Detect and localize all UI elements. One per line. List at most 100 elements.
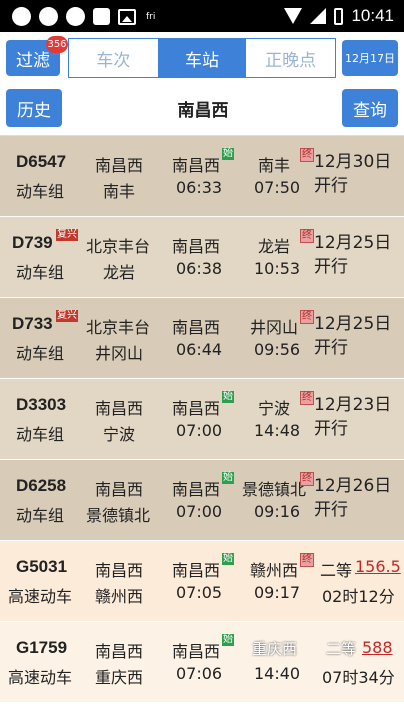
filter-count-badge: 356 [46,36,68,53]
departure-time: 07:06 [176,664,223,683]
train-type: 动车组 [16,506,65,525]
history-button[interactable]: 历史 [6,89,62,127]
origin-station: 南昌西 [95,642,144,661]
origin-station: 南昌西 [95,156,144,175]
notification-dot-icon [39,7,58,26]
wifi-icon [284,8,303,24]
end-station: 南丰 [258,156,291,175]
service-info: 12月26日开行 [314,476,392,520]
station-field[interactable]: 南昌西 [70,89,336,127]
train-row[interactable]: D733 复兴 动车组 北京丰台 井冈山 南昌西 06:44 井冈山 终 09:… [0,298,404,379]
query-station: 南昌西 [172,480,221,499]
end-tag: 终 [300,472,314,486]
arrival-time: 07:50 [254,178,301,197]
signal-icon [310,8,327,24]
end-tag: 终 [300,148,314,162]
train-row[interactable]: D6258 动车组 南昌西 景德镇北 南昌西 始 07:00 景德镇北 终 09… [0,460,404,541]
train-type: 动车组 [16,263,65,282]
date-picker-button[interactable]: 12月17日 [342,40,398,76]
end-station: 景德镇北 [242,480,307,499]
departure-time: 07:05 [176,583,223,602]
origin-station: 北京丰台 [86,237,151,256]
departure-time: 06:33 [176,178,223,197]
departure-time: 07:00 [176,502,223,521]
query-station: 南昌西 [172,561,221,580]
train-row[interactable]: D3303 动车组 南昌西 宁波 南昌西 始 07:00 宁波 终 14:48 … [0,379,404,460]
ticket-price[interactable]: 588 [362,638,393,657]
fuxing-tag: 复兴 [56,310,78,322]
end-station: 井冈山 [250,318,299,337]
train-row[interactable]: G1759 高速动车 南昌西 重庆西 南昌西 始 07:06 重庆西 14:40… [0,622,404,703]
terminal-station: 赣州西 [95,587,144,606]
seat-class: 二等 [326,640,357,658]
departure-time: 06:44 [176,340,223,359]
terminal-station: 南丰 [103,182,136,201]
train-row[interactable]: G5031 高速动车 南昌西 赣州西 南昌西 始 07:05 赣州西 终 09:… [0,541,404,622]
app-notification-icon [93,8,110,25]
query-station: 南昌西 [172,156,221,175]
departure-time: 07:00 [176,421,223,440]
end-tag: 终 [300,391,314,405]
train-type: 高速动车 [8,668,73,687]
start-tag: 始 [222,391,234,403]
train-code: D739 [12,233,53,252]
tab-station[interactable]: 车站 [157,39,247,77]
seat-class: 二等 [320,561,353,580]
train-type: 动车组 [16,344,65,363]
train-code: D6547 [16,152,67,171]
status-bar: fri 10:41 [0,0,404,32]
train-code: G1759 [16,638,68,657]
departure-time: 06:38 [176,259,223,278]
train-type: 动车组 [16,182,65,201]
train-code: D3303 [16,395,67,414]
query-station: 南昌西 [172,399,221,418]
train-list[interactable]: D6547 动车组 南昌西 南丰 南昌西 始 06:33 南丰 终 07:50 … [0,136,404,720]
origin-station: 北京丰台 [86,318,151,337]
train-code: D6258 [16,476,67,495]
terminal-station: 宁波 [103,425,136,444]
query-station: 南昌西 [172,318,221,337]
origin-station: 南昌西 [95,399,144,418]
notification-dot-icon [66,7,85,26]
end-station-overlay: 重庆西 [252,640,298,658]
start-tag: 始 [222,148,234,160]
terminal-station: 景德镇北 [86,506,151,525]
arrival-time: 09:17 [254,583,301,602]
ticket-price[interactable]: 156.5 [355,557,401,576]
tab-train-number[interactable]: 车次 [69,39,158,77]
origin-station: 南昌西 [95,480,144,499]
service-info: 12月23日开行 [314,395,392,439]
travel-duration: 07时34分 [322,668,395,687]
start-tag: 始 [222,634,234,646]
terminal-station: 龙岩 [103,263,136,282]
query-button[interactable]: 查询 [342,89,398,127]
service-info: 12月25日开行 [314,314,392,358]
train-type: 动车组 [16,425,65,444]
query-station: 南昌西 [172,237,221,256]
service-info: 12月25日开行 [314,233,392,277]
end-tag: 终 [300,229,314,243]
end-tag: 终 [300,553,314,567]
travel-duration: 02时12分 [322,587,395,606]
terminal-station: 重庆西 [95,668,144,687]
service-info: 12月30日开行 [314,152,392,196]
arrival-time: 14:48 [254,421,301,440]
train-row[interactable]: D6547 动车组 南昌西 南丰 南昌西 始 06:33 南丰 终 07:50 … [0,136,404,217]
end-station: 赣州西 [250,561,299,580]
status-tiny-label: fri [146,11,156,22]
terminal-station: 井冈山 [95,344,144,363]
image-notification-icon [118,8,136,25]
train-type: 高速动车 [8,587,73,606]
start-tag: 始 [222,553,234,565]
battery-icon [334,7,344,25]
end-station: 宁波 [258,399,291,418]
arrival-time: 10:53 [254,259,301,278]
start-tag: 始 [222,472,234,484]
search-mode-tabs: 车次 车站 正晚点 [68,38,336,78]
tab-delay-status[interactable]: 正晚点 [246,39,336,77]
end-tag: 终 [300,310,314,324]
origin-station: 南昌西 [95,561,144,580]
arrival-time: 14:40 [254,664,301,683]
train-code: G5031 [16,557,68,576]
train-row[interactable]: D739 复兴 动车组 北京丰台 龙岩 南昌西 06:38 龙岩 终 10:53… [0,217,404,298]
